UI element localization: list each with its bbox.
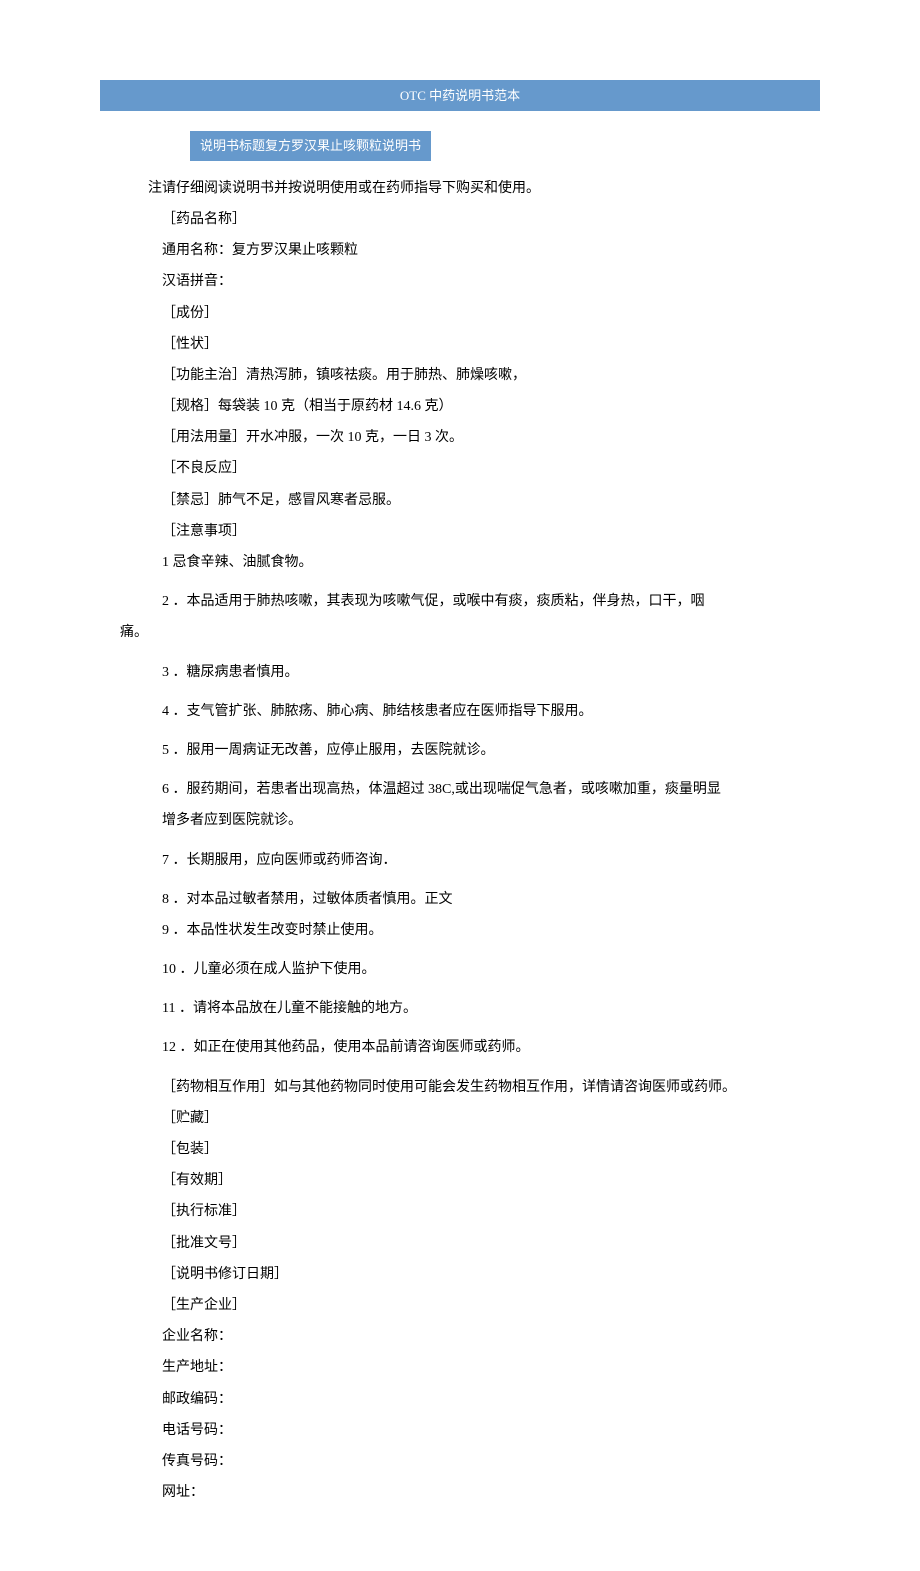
phone: 电话号码： [120, 1418, 800, 1443]
precaution-6: 6 ．服药期间，若患者出现高热，体温超过 38C,或出现喘促气急者，或咳嗽加重，… [120, 777, 800, 802]
precaution-3: 3 ．糖尿病患者慎用。 [120, 660, 800, 685]
ingredients: ［成份］ [120, 301, 800, 326]
subtitle-bar: 说明书标题复方罗汉果止咳颗粒说明书 [190, 131, 431, 160]
address: 生产地址： [120, 1355, 800, 1380]
approval: ［批准文号］ [120, 1231, 800, 1256]
header-bar: OTC 中药说明书范本 [100, 80, 820, 111]
usage: ［用法用量］开水冲服，一次 10 克，一日 3 次。 [120, 425, 800, 450]
spec: ［规格］每袋装 10 克（相当于原药材 14.6 克） [120, 394, 800, 419]
pinyin: 汉语拼音： [120, 269, 800, 294]
interaction: ［药物相互作用］如与其他药物同时使用可能会发生药物相互作用，详情请咨询医师或药师… [120, 1075, 800, 1100]
validity: ［有效期］ [120, 1168, 800, 1193]
precaution-8: 8 ．对本品过敏者禁用，过敏体质者慎用。正文 [120, 887, 800, 912]
company-name: 企业名称： [120, 1324, 800, 1349]
adverse: ［不良反应］ [120, 456, 800, 481]
functions: ［功能主治］清热泻肺，镇咳祛痰。用于肺热、肺燥咳嗽， [120, 363, 800, 388]
subtitle-text: 说明书标题复方罗汉果止咳颗粒说明书 [200, 138, 421, 153]
precaution-10: 10 ．儿童必须在成人监护下使用。 [120, 957, 800, 982]
generic-name: 通用名称：复方罗汉果止咳颗粒 [120, 238, 800, 263]
properties: ［性状］ [120, 332, 800, 357]
precaution-5: 5 ．服用一周病证无改善，应停止服用，去医院就诊。 [120, 738, 800, 763]
precaution-6-cont: 增多者应到医院就诊。 [120, 808, 800, 833]
manufacturer: ［生产企业］ [120, 1293, 800, 1318]
precaution-4: 4 ．支气管扩张、肺脓疡、肺心病、肺结核患者应在医师指导下服用。 [120, 699, 800, 724]
revision: ［说明书修订日期］ [120, 1262, 800, 1287]
postal: 邮政编码： [120, 1387, 800, 1412]
header-title: OTC 中药说明书范本 [400, 88, 520, 103]
content: 注请仔细阅读说明书并按说明使用或在药师指导下购买和使用。 ［药品名称］ 通用名称… [100, 176, 820, 1506]
precaution-7: 7 ．长期服用，应向医师或药师咨询． [120, 848, 800, 873]
contraindications: ［禁忌］肺气不足，感冒风寒者忌服。 [120, 488, 800, 513]
intro-line: 注请仔细阅读说明书并按说明使用或在药师指导下购买和使用。 [120, 176, 800, 201]
storage: ［贮藏］ [120, 1106, 800, 1131]
standard: ［执行标准］ [120, 1199, 800, 1224]
precaution-12: 12 ．如正在使用其他药品，使用本品前请咨询医师或药师。 [120, 1035, 800, 1060]
fax: 传真号码： [120, 1449, 800, 1474]
packaging: ［包装］ [120, 1137, 800, 1162]
precaution-1: 1 忌食辛辣、油腻食物。 [120, 550, 800, 575]
drug-name-label: ［药品名称］ [120, 207, 800, 232]
precaution-2-cont: 痛。 [120, 620, 800, 645]
precaution-2: 2 ．本品适用于肺热咳嗽，其表现为咳嗽气促，或喉中有痰，痰质粘，伴身热，口干，咽 [120, 589, 800, 614]
website: 网址： [120, 1480, 800, 1505]
precaution-11: 11 ．请将本品放在儿童不能接触的地方。 [120, 996, 800, 1021]
precaution-9: 9 ．本品性状发生改变时禁止使用。 [120, 918, 800, 943]
precautions-label: ［注意事项］ [120, 519, 800, 544]
